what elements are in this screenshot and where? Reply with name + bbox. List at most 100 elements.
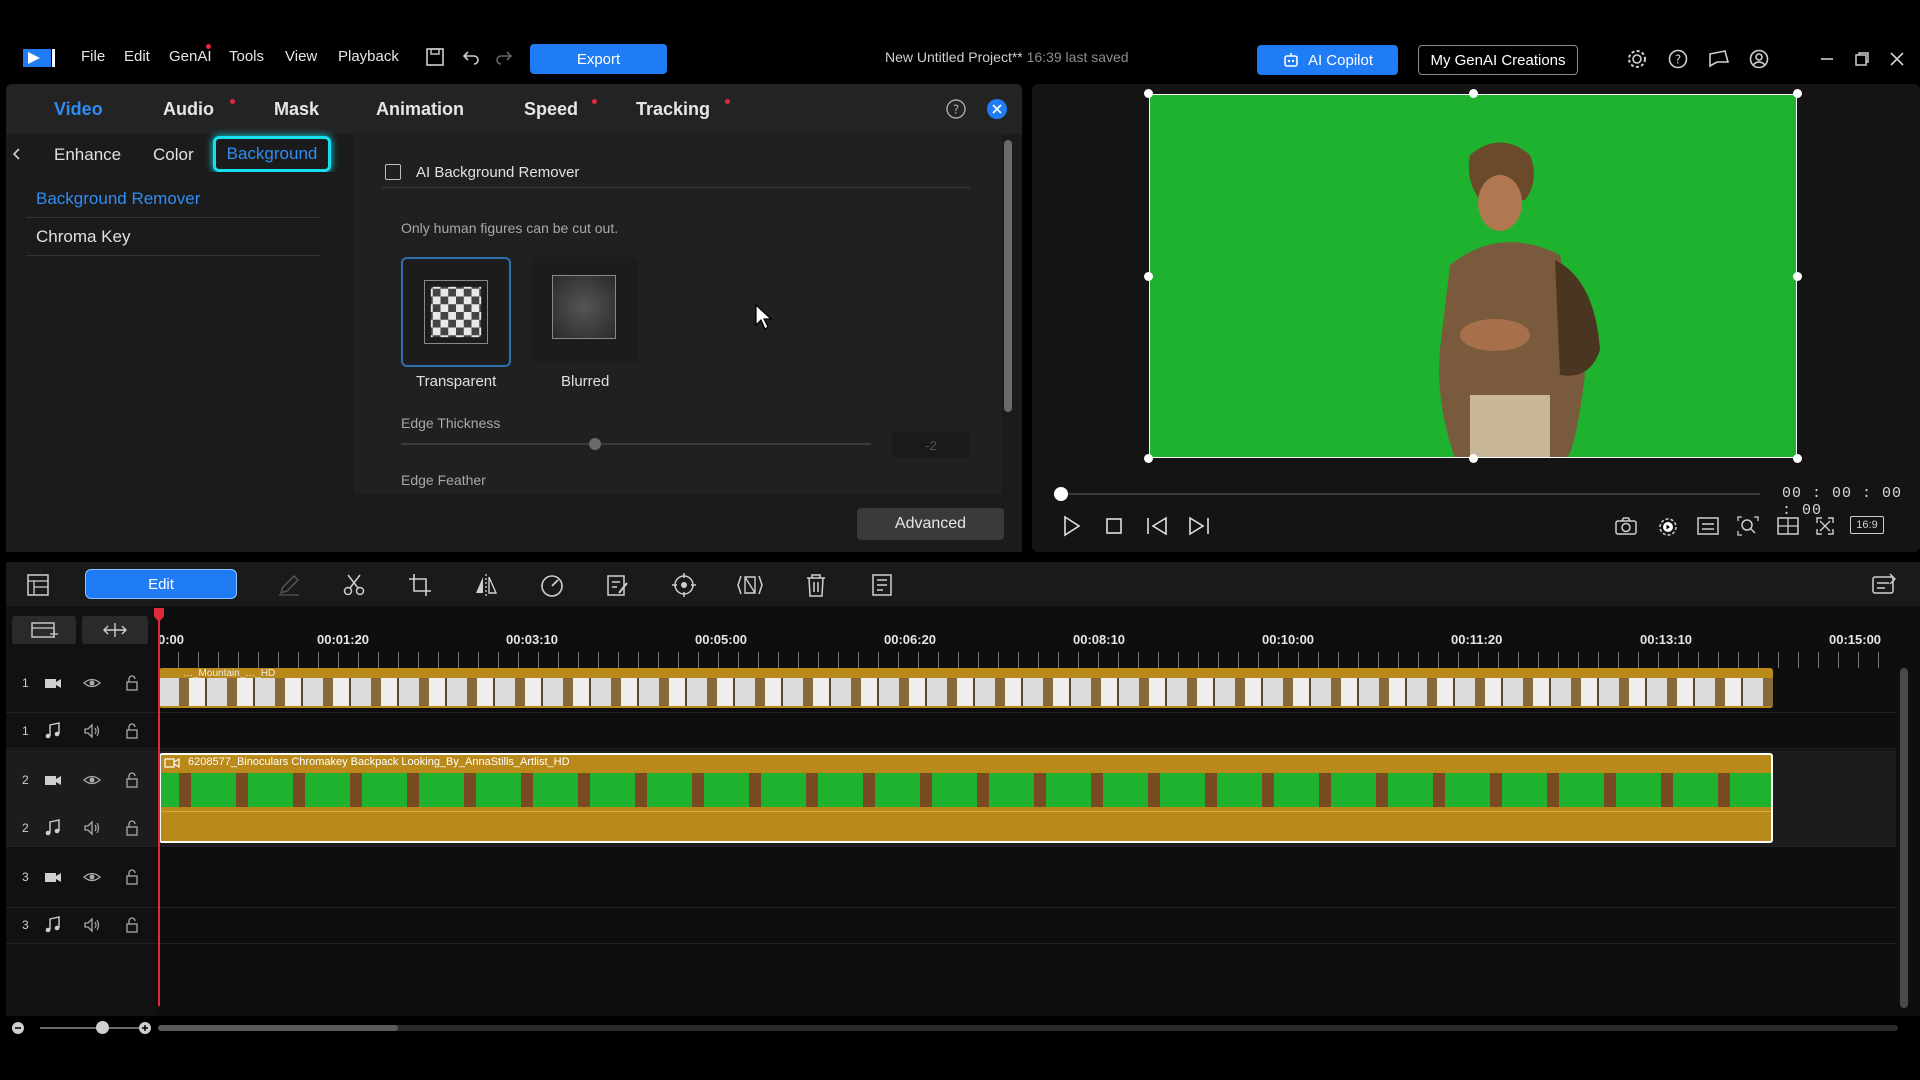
edge-thickness-slider[interactable]: [401, 443, 871, 445]
preview-scrub-bar[interactable]: [1060, 493, 1760, 495]
menu-edit[interactable]: Edit: [124, 48, 150, 65]
timeline-scroll-thumb[interactable]: [158, 1025, 398, 1031]
transition-icon[interactable]: [736, 571, 764, 599]
subtab-color[interactable]: Color: [153, 145, 194, 165]
resize-handle[interactable]: [1793, 454, 1802, 463]
tab-animation[interactable]: Animation: [376, 99, 464, 120]
more-tools-icon[interactable]: [868, 571, 896, 599]
speaker-icon[interactable]: [82, 818, 102, 838]
help-icon[interactable]: ?: [1667, 48, 1689, 70]
side-item-background-remover[interactable]: Background Remover: [26, 180, 320, 218]
resize-handle[interactable]: [1469, 454, 1478, 463]
resize-handle[interactable]: [1793, 89, 1802, 98]
feedback-icon[interactable]: [1707, 48, 1731, 70]
preview-scrub-knob[interactable]: [1054, 487, 1068, 501]
save-icon[interactable]: [424, 46, 446, 68]
settings-gear-icon[interactable]: [1626, 48, 1648, 70]
speaker-icon[interactable]: [82, 915, 102, 935]
tab-mask[interactable]: Mask: [274, 99, 319, 120]
undo-icon[interactable]: [460, 46, 482, 68]
playhead[interactable]: [158, 610, 160, 1006]
tab-audio[interactable]: Audio: [163, 99, 214, 120]
lock-icon[interactable]: [122, 673, 142, 693]
fit-timeline-icon[interactable]: [82, 616, 148, 644]
zoom-preview-icon[interactable]: [1736, 515, 1760, 537]
close-window-icon[interactable]: [1888, 50, 1906, 68]
subtab-background[interactable]: Background: [213, 136, 331, 172]
video-preview[interactable]: [1149, 94, 1797, 458]
export-button[interactable]: Export: [530, 44, 667, 74]
redo-icon[interactable]: [493, 46, 515, 68]
fullscreen-icon[interactable]: [1814, 515, 1836, 537]
resize-handle[interactable]: [1144, 454, 1153, 463]
safe-zone-grid-icon[interactable]: [1776, 515, 1800, 537]
tick-label: 00:01:20: [317, 632, 370, 647]
aspect-ratio-button[interactable]: 16:9: [1850, 516, 1884, 534]
menu-view[interactable]: View: [285, 48, 317, 65]
eye-icon[interactable]: [82, 770, 102, 790]
lock-icon[interactable]: [122, 770, 142, 790]
edit-button[interactable]: Edit: [85, 569, 237, 599]
tab-speed[interactable]: Speed: [524, 99, 578, 120]
stop-icon[interactable]: [1102, 514, 1126, 538]
snapshot-camera-icon[interactable]: [1614, 515, 1638, 537]
settings-scrollbar[interactable]: [1004, 140, 1012, 412]
storyboard-icon[interactable]: [24, 571, 52, 599]
resize-handle[interactable]: [1144, 272, 1153, 281]
resize-handle[interactable]: [1144, 89, 1153, 98]
scissors-icon[interactable]: [340, 571, 368, 599]
subtab-enhance[interactable]: Enhance: [54, 145, 121, 165]
my-genai-creations-button[interactable]: My GenAI Creations: [1418, 45, 1578, 75]
panel-close-icon[interactable]: [986, 98, 1008, 120]
menu-playback[interactable]: Playback: [338, 48, 399, 65]
eye-icon[interactable]: [82, 673, 102, 693]
lock-icon[interactable]: [122, 867, 142, 887]
export-timeline-icon[interactable]: [1870, 571, 1898, 599]
ai-bg-remover-checkbox[interactable]: [385, 164, 401, 180]
motion-tracking-icon[interactable]: [670, 571, 698, 599]
edge-thickness-value[interactable]: -2: [892, 432, 970, 458]
render-preview-icon[interactable]: [1656, 515, 1680, 537]
speed-gauge-icon[interactable]: [538, 571, 566, 599]
tab-tracking[interactable]: Tracking: [636, 99, 710, 120]
lock-icon[interactable]: [122, 915, 142, 935]
lock-icon[interactable]: [122, 721, 142, 741]
menu-genai[interactable]: GenAI: [169, 48, 212, 65]
track-manager-icon[interactable]: [12, 616, 76, 644]
next-frame-icon[interactable]: [1186, 514, 1212, 538]
trash-icon[interactable]: [802, 571, 830, 599]
advanced-button[interactable]: Advanced: [857, 508, 1004, 540]
crop-icon[interactable]: [406, 571, 434, 599]
timeline-zoom-slider[interactable]: [40, 1027, 140, 1029]
subtitles-icon[interactable]: [1696, 515, 1720, 537]
timeline-zoom-knob[interactable]: [96, 1021, 109, 1034]
speaker-icon[interactable]: [82, 721, 102, 741]
ai-copilot-button[interactable]: AI Copilot: [1257, 45, 1398, 75]
transparent-option[interactable]: [401, 257, 511, 367]
tick-label: 0:00: [158, 632, 185, 647]
previous-frame-icon[interactable]: [1144, 514, 1170, 538]
video-clip-1[interactable]: …_Mountain_…_HD: [159, 668, 1773, 708]
minimize-icon[interactable]: [1818, 50, 1836, 68]
lock-icon[interactable]: [122, 818, 142, 838]
blurred-option[interactable]: [532, 257, 638, 363]
eye-icon[interactable]: [82, 867, 102, 887]
resize-handle[interactable]: [1793, 272, 1802, 281]
tab-video[interactable]: Video: [54, 99, 103, 120]
play-icon[interactable]: [1059, 514, 1083, 538]
flip-icon[interactable]: [472, 571, 500, 599]
chevron-left-icon[interactable]: [10, 146, 24, 162]
menu-tools[interactable]: Tools: [229, 48, 264, 65]
keyframe-edit-icon[interactable]: [604, 571, 632, 599]
restore-icon[interactable]: [1853, 50, 1871, 68]
panel-help-icon[interactable]: ?: [945, 98, 967, 120]
zoom-out-icon[interactable]: [11, 1021, 25, 1035]
edge-thickness-knob[interactable]: [589, 438, 601, 450]
timeline-vertical-scrollbar[interactable]: [1900, 668, 1908, 1008]
menu-file[interactable]: File: [81, 48, 105, 65]
side-item-chroma-key[interactable]: Chroma Key: [26, 218, 320, 256]
account-icon[interactable]: [1748, 48, 1770, 70]
resize-handle[interactable]: [1469, 89, 1478, 98]
zoom-in-icon[interactable]: [138, 1021, 152, 1035]
timeline-horizontal-scrollbar[interactable]: [158, 1025, 1898, 1031]
